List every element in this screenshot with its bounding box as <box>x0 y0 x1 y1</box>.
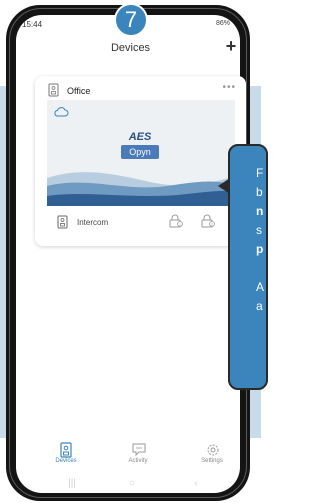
bottom-navigation: Devices Activity Settings <box>0 436 261 470</box>
device-card-header: Office ••• <box>35 76 246 100</box>
recent-apps-icon[interactable]: ||| <box>62 477 82 491</box>
unlock-door-1-icon[interactable]: 1 <box>168 214 184 228</box>
more-options-icon[interactable]: ••• <box>222 82 236 93</box>
intercom-device-icon <box>48 83 59 97</box>
callout-line: A <box>256 280 265 294</box>
callout-line: b <box>256 185 263 199</box>
add-device-button[interactable]: + <box>222 37 240 56</box>
devices-icon <box>60 442 72 458</box>
nav-devices[interactable]: Devices <box>36 436 96 470</box>
intercom-row: Intercom 1 2 <box>35 206 246 236</box>
callout-text: F b n s p A a <box>256 164 266 316</box>
status-time: 15:44 <box>22 20 43 29</box>
unlock-door-2-icon[interactable]: 2 <box>200 214 216 228</box>
callout-line <box>256 259 266 278</box>
callout-line: s <box>256 223 262 237</box>
instruction-callout: F b n s p A a <box>228 144 268 390</box>
home-icon[interactable]: ○ <box>122 477 142 491</box>
back-icon[interactable]: ‹ <box>186 477 206 491</box>
nav-activity-label: Activity <box>128 458 148 464</box>
callout-line: n <box>256 204 264 218</box>
cloud-icon <box>54 107 69 117</box>
intercom-icon <box>57 215 68 229</box>
status-battery: 86% <box>215 20 230 27</box>
system-navigation-bar: ||| ○ ‹ <box>16 474 245 494</box>
nav-devices-label: Devices <box>55 458 77 464</box>
screen: 15:44 86% 7 Devices + Office ••• AES Opy… <box>0 0 268 504</box>
callout-line: p <box>256 242 264 256</box>
device-name: Office <box>67 86 91 96</box>
aes-opyn-logo: AES Opyn <box>117 130 163 164</box>
callout-line: F <box>256 166 264 180</box>
step-badge: 7 <box>114 3 148 37</box>
nav-activity[interactable]: Activity <box>108 436 168 470</box>
activity-icon <box>132 443 146 456</box>
nav-settings-label: Settings <box>201 458 223 464</box>
logo-top-text: AES <box>128 131 152 143</box>
device-preview-panel: AES Opyn <box>47 100 235 206</box>
nav-settings[interactable]: Settings <box>182 436 242 470</box>
gear-icon <box>207 444 219 456</box>
device-card[interactable]: Office ••• AES Opyn Intercom 1 2 <box>35 76 246 246</box>
callout-line: a <box>256 299 263 313</box>
logo-bottom-text: Opyn <box>121 145 159 159</box>
intercom-label: Intercom <box>77 218 109 227</box>
